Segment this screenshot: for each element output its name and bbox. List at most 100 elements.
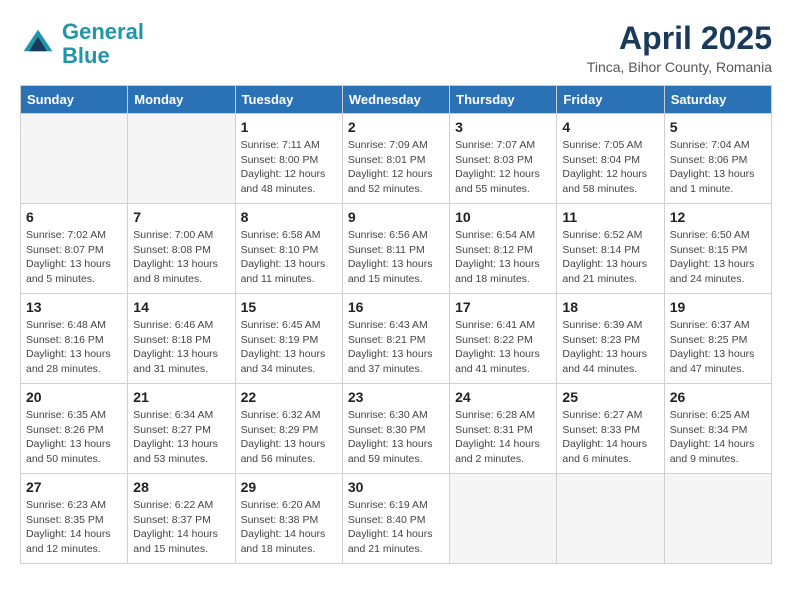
calendar-cell (557, 474, 664, 564)
day-number: 16 (348, 299, 444, 315)
calendar-week-5: 27Sunrise: 6:23 AMSunset: 8:35 PMDayligh… (21, 474, 772, 564)
day-detail: Sunrise: 6:28 AMSunset: 8:31 PMDaylight:… (455, 408, 551, 467)
calendar-cell: 19Sunrise: 6:37 AMSunset: 8:25 PMDayligh… (664, 294, 771, 384)
day-detail: Sunrise: 7:07 AMSunset: 8:03 PMDaylight:… (455, 138, 551, 197)
calendar-cell: 26 Sunrise: 6:25 AMSunset: 8:34 PMDayligh… (664, 384, 771, 474)
calendar-cell (128, 114, 235, 204)
location: Tinca, Bihor County, Romania (587, 59, 772, 75)
calendar-week-1: 1 Sunrise: 7:11 AMSunset: 8:00 PMDaylight… (21, 114, 772, 204)
day-number: 5 (670, 119, 766, 135)
calendar-week-2: 6Sunrise: 7:02 AMSunset: 8:07 PMDaylight… (21, 204, 772, 294)
day-number: 14 (133, 299, 229, 315)
calendar-cell: 6Sunrise: 7:02 AMSunset: 8:07 PMDaylight… (21, 204, 128, 294)
calendar-cell: 20 Sunrise: 6:35 AMSunset: 8:26 PMDayligh… (21, 384, 128, 474)
day-detail: Sunrise: 6:34 AMSunset: 8:27 PMDaylight:… (133, 408, 229, 467)
day-number: 29 (241, 479, 337, 495)
calendar-week-3: 13 Sunrise: 6:48 AMSunset: 8:16 PMDayligh… (21, 294, 772, 384)
day-number: 30 (348, 479, 444, 495)
day-detail: Sunrise: 6:22 AMSunset: 8:37 PMDaylight:… (133, 498, 229, 557)
calendar-table: SundayMondayTuesdayWednesdayThursdayFrid… (20, 85, 772, 564)
day-detail: Sunrise: 6:48 AMSunset: 8:16 PMDaylight:… (26, 318, 122, 377)
day-number: 6 (26, 209, 122, 225)
day-detail: Sunrise: 7:04 AMSunset: 8:06 PMDaylight:… (670, 138, 766, 197)
day-detail: Sunrise: 6:54 AMSunset: 8:12 PMDaylight:… (455, 228, 551, 287)
day-number: 22 (241, 389, 337, 405)
calendar-cell: 27Sunrise: 6:23 AMSunset: 8:35 PMDayligh… (21, 474, 128, 564)
day-number: 25 (562, 389, 658, 405)
day-detail: Sunrise: 6:37 AMSunset: 8:25 PMDaylight:… (670, 318, 766, 377)
calendar-cell: 23 Sunrise: 6:30 AMSunset: 8:30 PMDayligh… (342, 384, 449, 474)
col-header-sunday: Sunday (21, 86, 128, 114)
calendar-cell: 4 Sunrise: 7:05 AMSunset: 8:04 PMDaylight… (557, 114, 664, 204)
calendar-week-4: 20 Sunrise: 6:35 AMSunset: 8:26 PMDayligh… (21, 384, 772, 474)
day-detail: Sunrise: 6:27 AMSunset: 8:33 PMDaylight:… (562, 408, 658, 467)
day-number: 1 (241, 119, 337, 135)
day-detail: Sunrise: 6:50 AMSunset: 8:15 PMDaylight:… (670, 228, 766, 287)
day-detail: Sunrise: 6:20 AMSunset: 8:38 PMDaylight:… (241, 498, 337, 557)
day-number: 12 (670, 209, 766, 225)
calendar-cell (21, 114, 128, 204)
calendar-cell: 9Sunrise: 6:56 AMSunset: 8:11 PMDaylight… (342, 204, 449, 294)
calendar-cell: 18 Sunrise: 6:39 AMSunset: 8:23 PMDayligh… (557, 294, 664, 384)
calendar-cell: 17 Sunrise: 6:41 AMSunset: 8:22 PMDayligh… (450, 294, 557, 384)
col-header-wednesday: Wednesday (342, 86, 449, 114)
calendar-cell: 10 Sunrise: 6:54 AMSunset: 8:12 PMDayligh… (450, 204, 557, 294)
col-header-friday: Friday (557, 86, 664, 114)
day-number: 27 (26, 479, 122, 495)
calendar-cell: 15 Sunrise: 6:45 AMSunset: 8:19 PMDayligh… (235, 294, 342, 384)
day-detail: Sunrise: 6:45 AMSunset: 8:19 PMDaylight:… (241, 318, 337, 377)
day-detail: Sunrise: 6:35 AMSunset: 8:26 PMDaylight:… (26, 408, 122, 467)
calendar-cell: 2 Sunrise: 7:09 AMSunset: 8:01 PMDaylight… (342, 114, 449, 204)
col-header-monday: Monday (128, 86, 235, 114)
day-number: 18 (562, 299, 658, 315)
day-number: 20 (26, 389, 122, 405)
day-number: 26 (670, 389, 766, 405)
logo-text: General Blue (62, 20, 144, 68)
calendar-cell: 13 Sunrise: 6:48 AMSunset: 8:16 PMDayligh… (21, 294, 128, 384)
day-number: 11 (562, 209, 658, 225)
day-detail: Sunrise: 6:30 AMSunset: 8:30 PMDaylight:… (348, 408, 444, 467)
title-block: April 2025 Tinca, Bihor County, Romania (587, 20, 772, 75)
day-number: 21 (133, 389, 229, 405)
logo: General Blue (20, 20, 144, 68)
day-number: 2 (348, 119, 444, 135)
day-number: 15 (241, 299, 337, 315)
calendar-cell: 3 Sunrise: 7:07 AMSunset: 8:03 PMDaylight… (450, 114, 557, 204)
calendar-cell: 22 Sunrise: 6:32 AMSunset: 8:29 PMDayligh… (235, 384, 342, 474)
day-number: 10 (455, 209, 551, 225)
calendar-cell (664, 474, 771, 564)
day-number: 23 (348, 389, 444, 405)
day-number: 13 (26, 299, 122, 315)
day-detail: Sunrise: 6:19 AMSunset: 8:40 PMDaylight:… (348, 498, 444, 557)
col-header-thursday: Thursday (450, 86, 557, 114)
calendar-cell: 1 Sunrise: 7:11 AMSunset: 8:00 PMDaylight… (235, 114, 342, 204)
day-number: 4 (562, 119, 658, 135)
day-detail: Sunrise: 6:46 AMSunset: 8:18 PMDaylight:… (133, 318, 229, 377)
calendar-cell: 21 Sunrise: 6:34 AMSunset: 8:27 PMDayligh… (128, 384, 235, 474)
calendar-cell: 29 Sunrise: 6:20 AMSunset: 8:38 PMDayligh… (235, 474, 342, 564)
calendar-cell (450, 474, 557, 564)
day-detail: Sunrise: 7:11 AMSunset: 8:00 PMDaylight:… (241, 138, 337, 197)
day-detail: Sunrise: 7:00 AMSunset: 8:08 PMDaylight:… (133, 228, 229, 287)
day-number: 17 (455, 299, 551, 315)
page-header: General Blue April 2025 Tinca, Bihor Cou… (20, 20, 772, 75)
day-number: 3 (455, 119, 551, 135)
calendar-cell: 8Sunrise: 6:58 AMSunset: 8:10 PMDaylight… (235, 204, 342, 294)
col-header-saturday: Saturday (664, 86, 771, 114)
calendar-cell: 12 Sunrise: 6:50 AMSunset: 8:15 PMDayligh… (664, 204, 771, 294)
day-detail: Sunrise: 6:56 AMSunset: 8:11 PMDaylight:… (348, 228, 444, 287)
calendar-cell: 24Sunrise: 6:28 AMSunset: 8:31 PMDayligh… (450, 384, 557, 474)
day-number: 7 (133, 209, 229, 225)
day-detail: Sunrise: 6:39 AMSunset: 8:23 PMDaylight:… (562, 318, 658, 377)
day-detail: Sunrise: 6:58 AMSunset: 8:10 PMDaylight:… (241, 228, 337, 287)
calendar-header-row: SundayMondayTuesdayWednesdayThursdayFrid… (21, 86, 772, 114)
day-detail: Sunrise: 7:05 AMSunset: 8:04 PMDaylight:… (562, 138, 658, 197)
day-detail: Sunrise: 6:25 AMSunset: 8:34 PMDaylight:… (670, 408, 766, 467)
calendar-cell: 7 Sunrise: 7:00 AMSunset: 8:08 PMDaylight… (128, 204, 235, 294)
calendar-cell: 25 Sunrise: 6:27 AMSunset: 8:33 PMDayligh… (557, 384, 664, 474)
day-detail: Sunrise: 6:43 AMSunset: 8:21 PMDaylight:… (348, 318, 444, 377)
day-detail: Sunrise: 7:09 AMSunset: 8:01 PMDaylight:… (348, 138, 444, 197)
day-detail: Sunrise: 6:32 AMSunset: 8:29 PMDaylight:… (241, 408, 337, 467)
day-detail: Sunrise: 6:41 AMSunset: 8:22 PMDaylight:… (455, 318, 551, 377)
month-year: April 2025 (587, 20, 772, 57)
